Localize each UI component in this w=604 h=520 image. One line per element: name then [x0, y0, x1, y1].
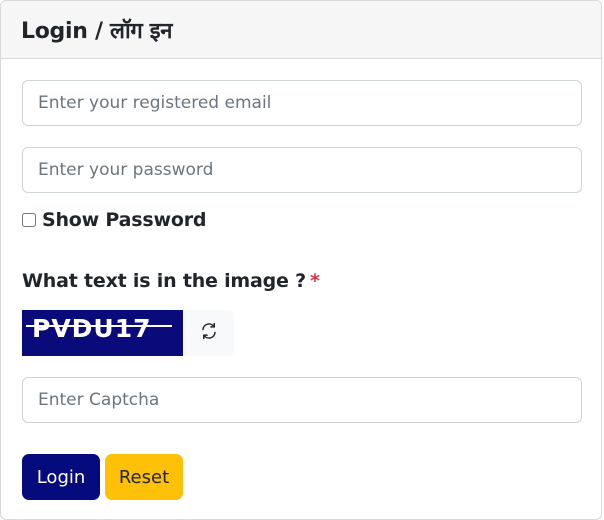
password-field[interactable]	[22, 147, 582, 193]
required-mark: *	[309, 270, 320, 292]
email-field[interactable]	[22, 80, 582, 126]
captcha-label-text: What text is in the image ?	[22, 270, 306, 292]
captcha-input[interactable]	[22, 377, 582, 423]
captcha-text: PVDU17	[32, 314, 152, 343]
show-password-checkbox[interactable]	[22, 213, 36, 227]
refresh-icon	[200, 322, 218, 344]
captcha-image: PVDU17	[22, 310, 183, 356]
show-password-toggle[interactable]: Show Password	[22, 207, 206, 233]
card-header: Login / लॉग इन	[1, 1, 601, 59]
refresh-captcha-button[interactable]	[183, 310, 234, 356]
captcha-label: What text is in the image ? *	[22, 270, 320, 292]
show-password-label: Show Password	[42, 209, 207, 231]
login-button[interactable]: Login	[22, 454, 100, 500]
login-card: Login / लॉग इन Show Password What text i…	[0, 0, 602, 520]
page-title: Login / लॉग इन	[21, 18, 173, 44]
reset-button[interactable]: Reset	[105, 454, 183, 500]
